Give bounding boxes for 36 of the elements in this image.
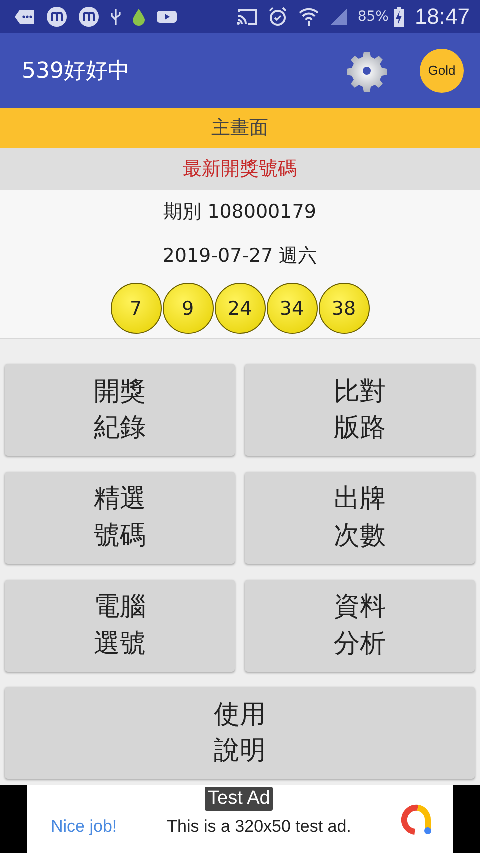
period-label: 期別 108000179 — [164, 200, 316, 225]
app-title: 539好好中 — [22, 58, 131, 86]
battery-icon — [392, 6, 405, 26]
drop-icon — [132, 8, 146, 26]
draw-date: 2019-07-27 週六 — [162, 244, 318, 269]
menu-button[interactable]: 電腦選號 — [5, 580, 235, 672]
main-tab[interactable]: 主畫面 — [0, 108, 480, 148]
number-ball: 38 — [318, 283, 370, 334]
app-icon — [46, 6, 68, 28]
play-icon — [156, 8, 178, 24]
premium-badge[interactable]: Gold — [420, 48, 464, 92]
usb-icon — [110, 8, 122, 26]
menu-button[interactable]: 使用說明 — [5, 687, 475, 780]
battery-percent: 85% — [358, 8, 389, 24]
number-ball: 9 — [162, 283, 214, 334]
menu-button[interactable]: 資料分析 — [245, 580, 475, 672]
clock: 18:47 — [414, 4, 470, 30]
signal-icon — [330, 8, 348, 26]
menu-button[interactable]: 開獎紀錄 — [5, 364, 235, 456]
menu-button[interactable]: 出牌次數 — [245, 472, 475, 564]
ad-text: This is a 320x50 test ad. — [167, 817, 352, 837]
number-ball: 24 — [214, 283, 266, 334]
alarm-icon — [268, 6, 288, 26]
latest-heading: 最新開獎號碼 — [0, 148, 480, 190]
ad-tag: Test Ad — [205, 787, 274, 811]
menu-button[interactable]: 精選號碼 — [5, 472, 235, 564]
ad-headline: Nice job! — [51, 817, 118, 837]
number-ball: 7 — [110, 283, 162, 334]
wifi-icon — [298, 6, 320, 26]
settings-icon[interactable] — [346, 50, 388, 92]
app-icon — [78, 6, 100, 28]
number-ball: 34 — [266, 283, 318, 334]
message-icon — [14, 8, 36, 24]
cast-icon — [236, 8, 258, 26]
menu-button[interactable]: 比對版路 — [245, 364, 475, 456]
ad-banner[interactable]: Test Ad Nice job! This is a 320x50 test ad. — [27, 785, 453, 853]
